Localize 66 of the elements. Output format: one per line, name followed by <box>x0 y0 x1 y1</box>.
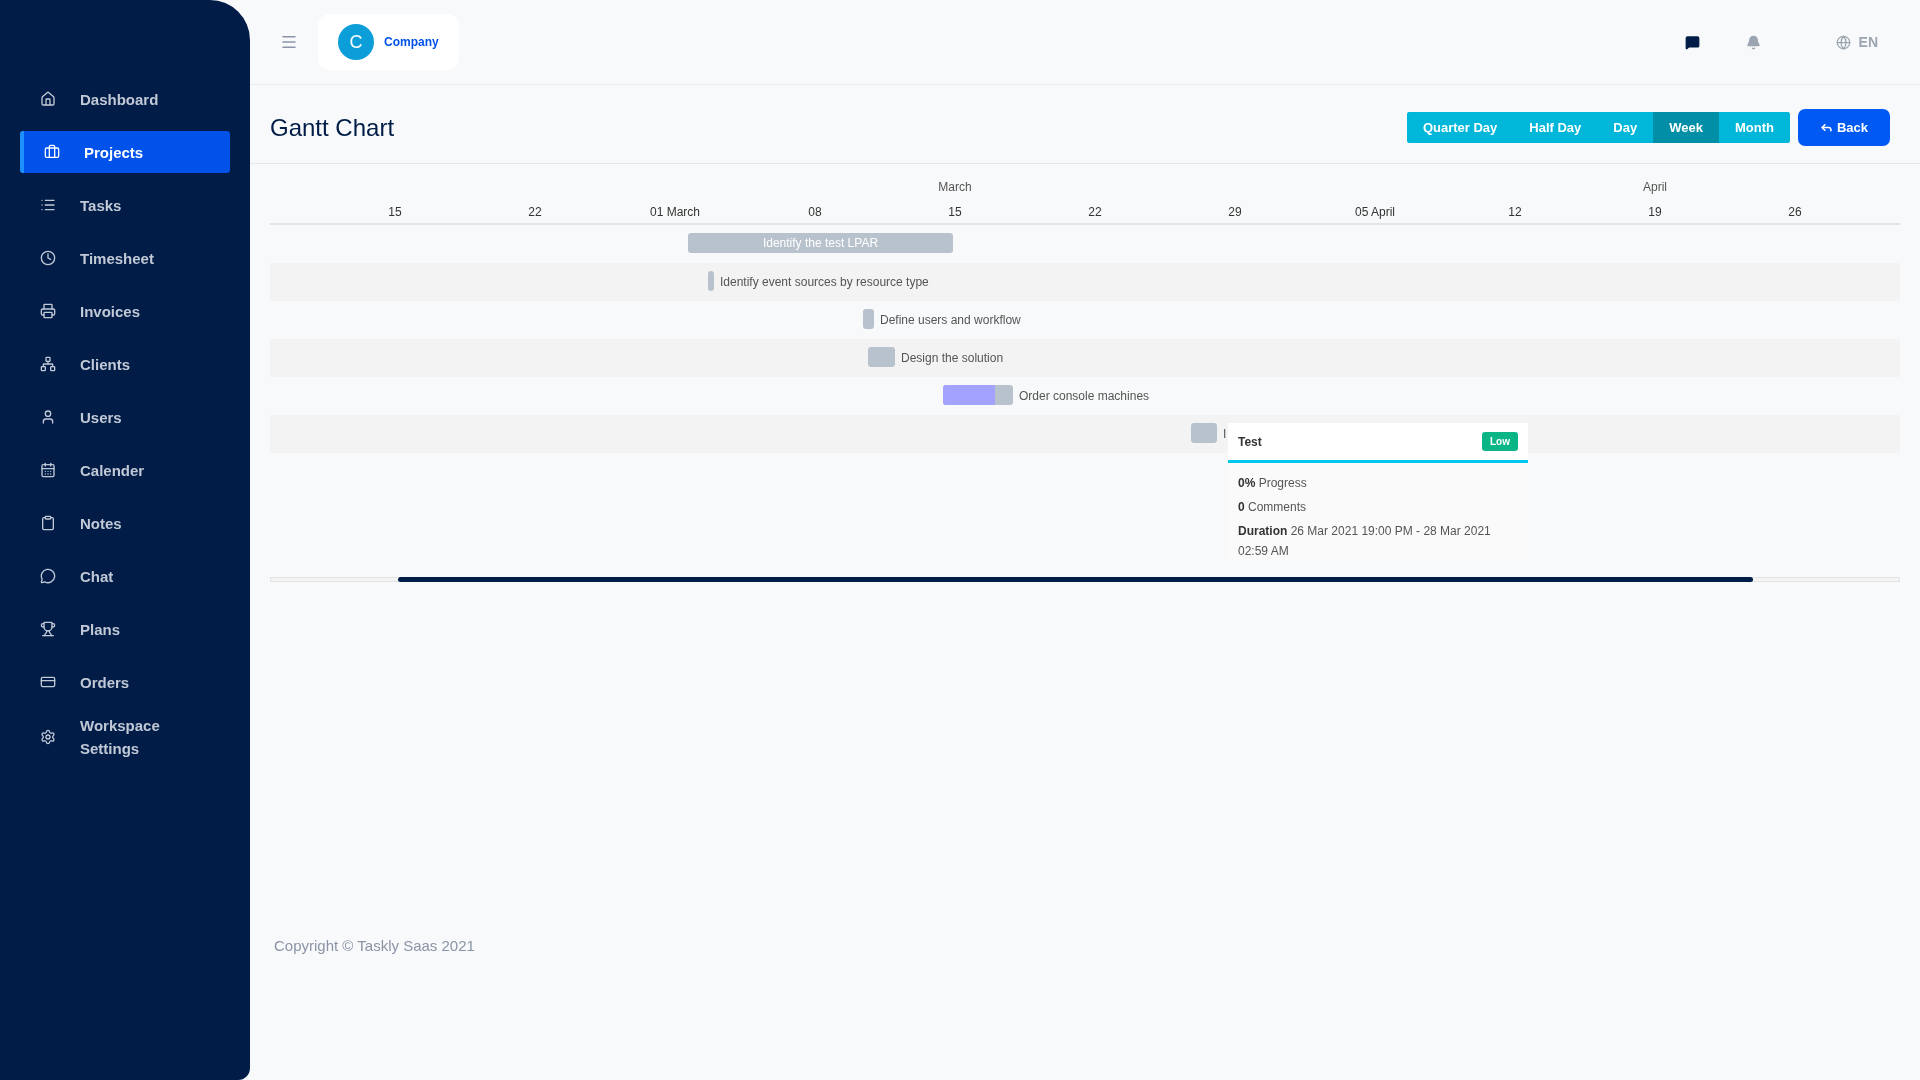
popup-detail: 0% Progress <box>1238 475 1308 492</box>
briefcase-icon <box>44 144 60 160</box>
month-label: April <box>1643 179 1667 196</box>
week-label: 15 <box>948 204 962 221</box>
calendar-icon <box>40 462 56 478</box>
popup-detail: Duration 26 Mar 2021 19:00 PM - 28 Mar 2021 02:59 AM <box>1238 523 1492 560</box>
sidebar-item[interactable]: Calender <box>20 449 230 491</box>
sidebar-item[interactable]: Tasks <box>20 184 230 226</box>
task-bar[interactable] <box>708 271 714 291</box>
sidebar-item[interactable]: Orders <box>20 661 230 703</box>
task-bar[interactable] <box>943 385 1013 405</box>
chat-icon[interactable] <box>1684 34 1700 50</box>
settings-icon <box>40 729 56 745</box>
task-label: Identify event sources by resource type <box>720 274 929 291</box>
week-label: 26 <box>1788 204 1802 221</box>
speech-bubble-icon <box>40 568 56 584</box>
page-title: Gantt Chart <box>270 112 395 143</box>
sidebar-item[interactable]: Chat <box>20 555 230 597</box>
week-label: 19 <box>1648 204 1662 221</box>
globe-icon[interactable] <box>1835 34 1851 50</box>
sidebar-item[interactable]: Dashboard <box>20 78 230 120</box>
printer-icon <box>40 303 56 319</box>
week-label: 12 <box>1508 204 1522 221</box>
sidebar-item[interactable]: Clients <box>20 343 230 385</box>
week-label: 22 <box>528 204 542 221</box>
house-icon <box>40 91 56 107</box>
task-label: I <box>1223 426 1227 443</box>
week-label: 29 <box>1228 204 1242 221</box>
popup-detail: 0 Comments <box>1238 499 1308 516</box>
task-bar[interactable] <box>1191 423 1217 443</box>
task-bar[interactable] <box>863 309 874 329</box>
user-icon <box>40 409 56 425</box>
copyright-text: Copyright © Taskly Saas 2021 <box>274 936 476 956</box>
clipboard-icon <box>40 515 56 531</box>
list-icon <box>40 197 56 213</box>
scrollbar-thumb[interactable] <box>398 577 1753 582</box>
week-label: 22 <box>1088 204 1102 221</box>
sidebar-item[interactable]: Workspace Settings <box>20 714 230 760</box>
sidebar-item[interactable]: Notes <box>20 502 230 544</box>
task-bar[interactable] <box>868 347 895 367</box>
sidebar-item[interactable]: Users <box>20 396 230 438</box>
week-label: 15 <box>388 204 402 221</box>
popup-title: Test <box>1238 433 1262 451</box>
back-button[interactable]: Back <box>1797 109 1890 146</box>
hierarchy-icon <box>40 356 56 372</box>
trophy-icon <box>40 621 56 637</box>
week-label: 05 April <box>1355 204 1395 221</box>
task-label: Order console machines <box>1019 388 1150 405</box>
week-label: 08 <box>808 204 822 221</box>
workspace-name[interactable]: Company <box>384 33 439 51</box>
bell-icon[interactable] <box>1745 34 1761 50</box>
clock-icon <box>40 250 56 266</box>
task-label: Define users and workflow <box>880 312 1021 329</box>
task-label: Design the solution <box>901 350 1004 367</box>
reply-arrow-icon <box>1819 121 1833 134</box>
task-label: Identify the test LPAR <box>762 235 879 252</box>
view-mode-button[interactable]: Week <box>1653 112 1719 143</box>
priority-badge: Low <box>1482 432 1518 451</box>
sidebar-item[interactable]: Projects <box>20 131 230 173</box>
sidebar-item[interactable]: Timesheet <box>20 237 230 279</box>
month-label: March <box>938 179 972 196</box>
menu-icon[interactable] <box>280 33 298 51</box>
card-icon <box>40 674 56 690</box>
week-label: 01 March <box>650 204 700 221</box>
sidebar-item[interactable]: Invoices <box>20 290 230 332</box>
sidebar-item[interactable]: Plans <box>20 608 230 650</box>
